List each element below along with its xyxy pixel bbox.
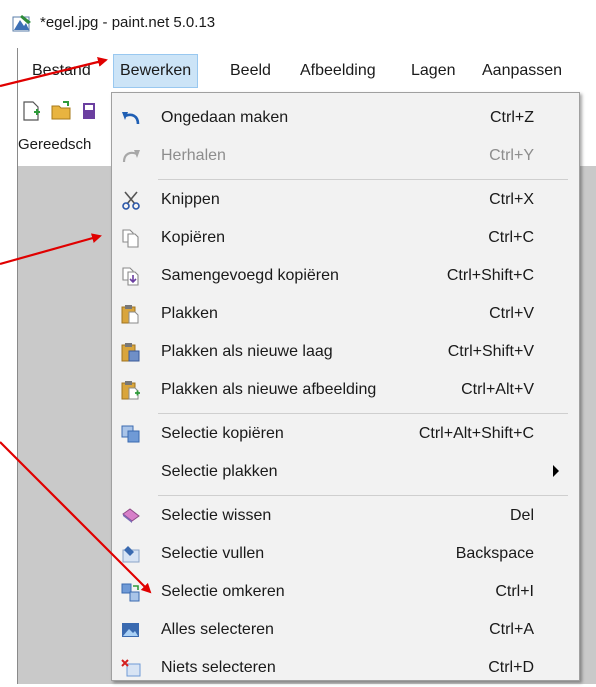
deselect-icon <box>121 659 141 677</box>
menu-separator <box>158 413 568 414</box>
menu-item-niets-selecteren[interactable]: Niets selecteren Ctrl+D <box>112 649 579 687</box>
submenu-arrow-icon <box>553 465 559 477</box>
menu-item-selectie-kopieren[interactable]: Selectie kopiëren Ctrl+Alt+Shift+C <box>112 415 579 453</box>
menu-separator <box>158 179 568 180</box>
menu-item-knippen[interactable]: Knippen Ctrl+X <box>112 181 579 219</box>
copy-icon <box>122 229 139 248</box>
redo-icon <box>122 150 140 163</box>
menu-item-plakken-als-nieuwe-laag[interactable]: Plakken als nieuwe laag Ctrl+Shift+V <box>112 333 579 371</box>
menu-item-selectie-omkeren[interactable]: Selectie omkeren Ctrl+I <box>112 573 579 611</box>
menu-item-selectie-wissen[interactable]: Selectie wissen Del <box>112 497 579 535</box>
menu-afbeelding[interactable]: Afbeelding <box>298 62 378 80</box>
paste-image-icon <box>121 381 140 400</box>
copy-selection-icon <box>121 425 140 443</box>
select-all-icon <box>122 623 139 637</box>
tools-label[interactable]: Gereedsch <box>18 136 91 153</box>
menu-item-alles-selecteren[interactable]: Alles selecteren Ctrl+A <box>112 611 579 649</box>
menu-item-ongedaan-maken[interactable]: Ongedaan maken Ctrl+Z <box>112 99 579 137</box>
menu-beeld[interactable]: Beeld <box>228 62 273 80</box>
copy-merged-icon <box>122 267 139 286</box>
fill-icon <box>122 546 140 563</box>
paste-icon <box>121 305 139 324</box>
menu-bewerken[interactable]: Bewerken <box>113 54 199 88</box>
menu-aanpassen[interactable]: Aanpassen <box>480 62 564 80</box>
menu-item-plakken-als-nieuwe-afbeelding[interactable]: Plakken als nieuwe afbeelding Ctrl+Alt+V <box>112 371 579 409</box>
window-title: *egel.jpg - paint.net 5.0.13 <box>40 14 216 31</box>
open-folder-icon[interactable] <box>50 100 74 122</box>
menu-item-kopieren[interactable]: Kopiëren Ctrl+C <box>112 219 579 257</box>
menu-bestand[interactable]: Bestand <box>30 62 93 80</box>
menu-item-selectie-vullen[interactable]: Selectie vullen Backspace <box>112 535 579 573</box>
menu-lagen[interactable]: Lagen <box>409 62 458 80</box>
menu-bar: Bestand Bewerken Beeld Afbeelding Lagen … <box>18 54 596 88</box>
menu-item-plakken[interactable]: Plakken Ctrl+V <box>112 295 579 333</box>
menu-item-samengevoegd-kopieren[interactable]: Samengevoegd kopiëren Ctrl+Shift+C <box>112 257 579 295</box>
invert-selection-icon <box>121 583 140 602</box>
menu-item-selectie-plakken[interactable]: Selectie plakken <box>112 453 579 491</box>
paint-net-app-icon <box>12 15 31 32</box>
new-file-icon[interactable] <box>20 100 42 122</box>
title-bar: *egel.jpg - paint.net 5.0.13 <box>0 0 596 48</box>
save-icon[interactable] <box>82 100 96 122</box>
menu-item-herhalen[interactable]: Herhalen Ctrl+Y <box>112 137 579 175</box>
eraser-icon <box>122 508 140 523</box>
scissors-icon <box>122 191 140 210</box>
paste-layer-icon <box>121 343 140 362</box>
menu-separator <box>158 495 568 496</box>
undo-icon <box>122 112 140 125</box>
bewerken-dropdown-menu: Ongedaan maken Ctrl+Z Herhalen Ctrl+Y Kn… <box>111 92 580 681</box>
